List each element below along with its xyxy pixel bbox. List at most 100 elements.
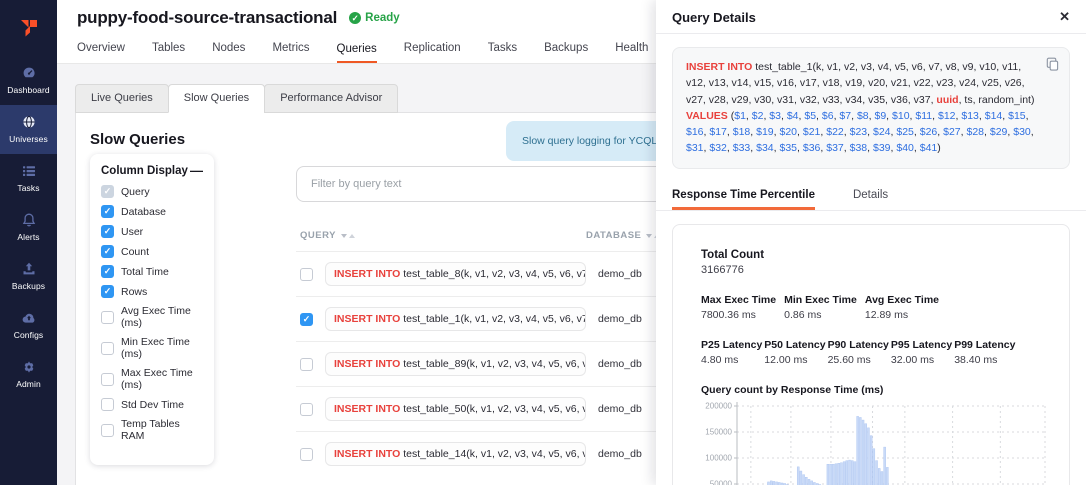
stat-p90-latency: P90 Latency25.60 ms <box>828 339 889 366</box>
sidebar-item-admin[interactable]: Admin <box>0 350 57 399</box>
sidebar-item-alerts[interactable]: Alerts <box>0 203 57 252</box>
column-option-query[interactable]: Query <box>101 185 203 198</box>
column-option-temp-tables-ram[interactable]: Temp Tables RAM <box>101 418 203 442</box>
column-option-label: Total Time <box>121 266 169 278</box>
row-checkbox[interactable] <box>300 403 313 416</box>
page-title: puppy-food-source-transactional <box>77 8 337 28</box>
sidebar-item-backups[interactable]: Backups <box>0 252 57 301</box>
query-cell[interactable]: INSERT INTO test_table_89(k, v1, v2, v3,… <box>325 352 586 376</box>
checkbox[interactable] <box>101 205 114 218</box>
admin-icon <box>21 359 37 375</box>
checkbox[interactable] <box>101 373 114 386</box>
stat-min-exec-time: Min Exec Time0.86 ms <box>784 294 857 321</box>
checkbox[interactable] <box>101 342 114 355</box>
total-count-value: 3166776 <box>701 264 1041 276</box>
sidebar-item-universes[interactable]: Universes <box>0 105 57 154</box>
subtab-slow-queries[interactable]: Slow Queries <box>168 84 265 113</box>
query-cell[interactable]: INSERT INTO test_table_50(k, v1, v2, v3,… <box>325 397 586 421</box>
table-row[interactable]: INSERT INTO test_table_8(k, v1, v2, v3, … <box>296 251 674 296</box>
row-checkbox[interactable] <box>300 448 313 461</box>
sidebar-item-tasks[interactable]: Tasks <box>0 154 57 203</box>
column-option-label: Max Exec Time (ms) <box>121 367 203 391</box>
table-row[interactable]: INSERT INTO test_table_50(k, v1, v2, v3,… <box>296 386 674 431</box>
checkbox[interactable] <box>101 398 114 411</box>
row-checkbox[interactable] <box>300 268 313 281</box>
column-display-title: Column Display <box>101 165 188 177</box>
sidebar-item-label: Alerts <box>17 232 39 242</box>
response-time-stats-card: Total Count 3166776 Max Exec Time7800.36… <box>672 224 1070 485</box>
column-option-avg-exec-time-ms-[interactable]: Avg Exec Time (ms) <box>101 305 203 329</box>
sidebar-item-label: Admin <box>16 379 41 389</box>
tab-queries[interactable]: Queries <box>337 43 377 64</box>
stat-p50-latency: P50 Latency12.00 ms <box>764 339 825 366</box>
table-row[interactable]: INSERT INTO test_table_89(k, v1, v2, v3,… <box>296 341 674 386</box>
query-cell[interactable]: INSERT INTO test_table_8(k, v1, v2, v3, … <box>325 262 586 286</box>
query-cell[interactable]: INSERT INTO test_table_14(k, v1, v2, v3,… <box>325 442 586 466</box>
stat-p25-latency: P25 Latency4.80 ms <box>701 339 762 366</box>
total-count-label: Total Count <box>701 249 1041 261</box>
table-row[interactable]: INSERT INTO test_table_1(k, v1, v2, v3, … <box>296 296 674 341</box>
checkbox[interactable] <box>101 311 114 324</box>
table-row[interactable]: INSERT INTO test_table_14(k, v1, v2, v3,… <box>296 431 674 476</box>
tab-tasks[interactable]: Tasks <box>488 42 517 63</box>
configs-icon <box>21 310 37 326</box>
checkbox[interactable] <box>101 265 114 278</box>
tab-nodes[interactable]: Nodes <box>212 42 245 63</box>
sort-desc-icon <box>341 234 347 238</box>
exec-time-stats-row: Max Exec Time7800.36 msMin Exec Time0.86… <box>701 294 1041 321</box>
column-option-database[interactable]: Database <box>101 205 203 218</box>
subtab-live-queries[interactable]: Live Queries <box>75 84 169 113</box>
query-cell[interactable]: INSERT INTO test_table_1(k, v1, v2, v3, … <box>325 307 586 331</box>
dashboard-icon <box>21 65 37 81</box>
column-option-label: Temp Tables RAM <box>121 418 203 442</box>
tab-overview[interactable]: Overview <box>77 42 125 63</box>
close-icon[interactable]: ✕ <box>1059 9 1070 25</box>
svg-text:150000: 150000 <box>705 427 732 436</box>
details-tab-details[interactable]: Details <box>853 184 888 210</box>
check-circle-icon: ✓ <box>349 12 361 24</box>
sidebar-item-label: Tasks <box>17 183 39 193</box>
column-option-rows[interactable]: Rows <box>101 285 203 298</box>
svg-text:200000: 200000 <box>705 401 732 410</box>
checkbox[interactable] <box>101 225 114 238</box>
tab-replication[interactable]: Replication <box>404 42 461 63</box>
tab-backups[interactable]: Backups <box>544 42 588 63</box>
copy-icon[interactable] <box>1046 57 1059 76</box>
column-option-std-dev-time[interactable]: Std Dev Time <box>101 398 203 411</box>
column-option-min-exec-time-ms-[interactable]: Min Exec Time (ms) <box>101 336 203 360</box>
collapse-minus-icon[interactable]: — <box>190 166 203 176</box>
column-header-query[interactable]: QUERY <box>300 230 586 241</box>
stat-avg-exec-time: Avg Exec Time12.89 ms <box>865 294 939 321</box>
column-option-count[interactable]: Count <box>101 245 203 258</box>
sidebar-item-label: Backups <box>12 281 45 291</box>
tab-health[interactable]: Health <box>615 42 648 63</box>
column-option-label: Count <box>121 246 149 258</box>
subtab-performance-advisor[interactable]: Performance Advisor <box>264 84 398 113</box>
yugabyte-logo-icon[interactable] <box>0 0 57 56</box>
row-checkbox[interactable] <box>300 313 313 326</box>
tab-tables[interactable]: Tables <box>152 42 185 63</box>
tab-metrics[interactable]: Metrics <box>272 42 309 63</box>
sort-asc-icon <box>349 234 355 238</box>
column-option-label: Database <box>121 206 166 218</box>
checkbox[interactable] <box>101 424 114 437</box>
latency-stats-row: P25 Latency4.80 msP50 Latency12.00 msP90… <box>701 339 1041 366</box>
row-checkbox[interactable] <box>300 358 313 371</box>
column-option-total-time[interactable]: Total Time <box>101 265 203 278</box>
sidebar-item-configs[interactable]: Configs <box>0 301 57 350</box>
query-filter-input[interactable] <box>296 166 668 202</box>
sql-statement-box: INSERT INTO test_table_1(k, v1, v2, v3, … <box>672 47 1070 169</box>
response-time-histogram: 050000100000150000200000(1.5,1.6)(3.6,4.… <box>701 400 1041 485</box>
column-option-max-exec-time-ms-[interactable]: Max Exec Time (ms) <box>101 367 203 391</box>
status-badge: ✓ Ready <box>349 12 400 24</box>
sidebar-item-label: Universes <box>9 134 48 144</box>
checkbox[interactable] <box>101 245 114 258</box>
checkbox[interactable] <box>101 285 114 298</box>
column-option-label: Rows <box>121 286 147 298</box>
column-option-user[interactable]: User <box>101 225 203 238</box>
sidebar-item-dashboard[interactable]: Dashboard <box>0 56 57 105</box>
status-label: Ready <box>365 12 400 24</box>
column-option-label: User <box>121 226 143 238</box>
details-tab-response-time-percentile[interactable]: Response Time Percentile <box>672 184 815 210</box>
checkbox[interactable] <box>101 185 114 198</box>
